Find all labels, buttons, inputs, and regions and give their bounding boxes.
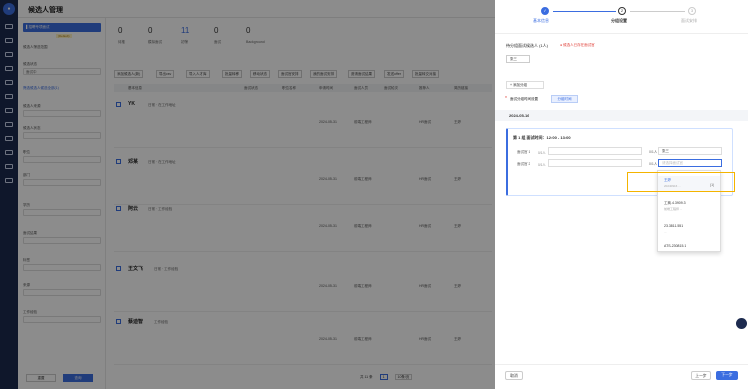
step-line [630, 11, 685, 12]
step-label[interactable]: 面试安排 [681, 18, 697, 24]
option-sub: ... [664, 230, 667, 234]
add-group-button[interactable]: + 添加分组 [506, 81, 544, 89]
divider [495, 33, 748, 34]
count-label: 0/1人 [649, 150, 658, 154]
warning-text: ● 候选人已存在面试官 [560, 43, 595, 47]
cancel-button[interactable]: 取消 [505, 371, 523, 380]
date-label: 2024-05-16 [509, 113, 530, 118]
step-pending-icon: 3 [688, 7, 696, 15]
interviewer-search-input[interactable]: 请选择面试官 [658, 159, 722, 167]
step-label[interactable]: 分组设置 [611, 18, 627, 24]
step-current-icon: 2 [618, 7, 626, 15]
interviewer-label: 面试官 2 [517, 162, 531, 166]
step-line [553, 11, 616, 12]
required-mark: * [505, 96, 507, 102]
group-time-button[interactable]: 分组时间 [551, 95, 578, 103]
chat-icon[interactable] [736, 318, 747, 329]
candidate-chip[interactable]: 张三 [506, 55, 530, 63]
interviewer-time-select[interactable] [548, 147, 642, 155]
step-done-icon: ✓ [541, 7, 549, 15]
highlight-box [627, 172, 735, 192]
count-label: 0/1人 [649, 162, 658, 166]
option-name[interactable]: ATS-230815.1 [664, 244, 686, 248]
date-bar: 2024-05-16 [495, 110, 748, 121]
modal-overlay[interactable] [0, 0, 495, 389]
interviewer-time-select[interactable] [548, 159, 642, 167]
option-sub: 前端工程师 ... [664, 207, 683, 211]
count: 0/1人 [538, 151, 546, 155]
option-name[interactable]: 23.3811.551 [664, 224, 683, 228]
next-button[interactable]: 下一步 [716, 371, 738, 380]
count: 0/1人 [538, 163, 546, 167]
step-label[interactable]: 基本信息 [533, 18, 549, 24]
interviewer-select[interactable]: 张三 [658, 147, 722, 155]
slot-title: 第 1 组 面试时间：12:00 - 13:00 [513, 135, 571, 140]
option-name[interactable]: 工商.4.3909.3 [664, 201, 686, 206]
divider [495, 364, 748, 365]
prev-button[interactable]: 上一步 [691, 371, 711, 380]
time-label: 面试分组时间设置 [510, 97, 538, 101]
interviewer-label: 面试官 1 [517, 150, 531, 154]
pending-candidates-title: 待分组面试候选人 (1人) [506, 43, 548, 48]
